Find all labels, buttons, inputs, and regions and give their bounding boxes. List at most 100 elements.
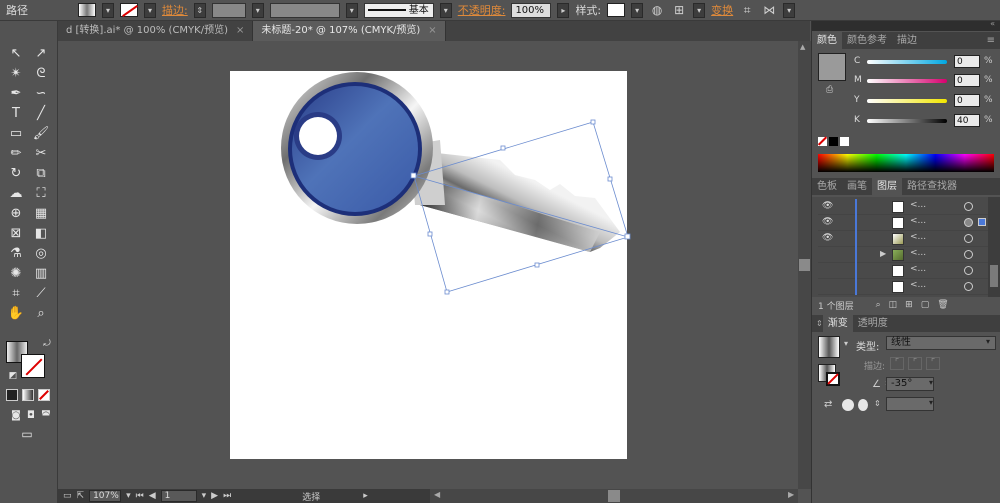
gradient-type-select[interactable]: 线性 <box>886 336 996 350</box>
gradient-preview-dropdown-icon[interactable]: ▾ <box>844 339 848 348</box>
panel-menu-icon[interactable]: ≡ <box>987 35 995 46</box>
aspect-ratio-field[interactable] <box>886 397 934 411</box>
angle-dropdown-icon[interactable]: ▾ <box>929 378 933 387</box>
target-icon[interactable] <box>964 202 973 211</box>
zoom-field[interactable]: 107% <box>89 490 122 502</box>
white-swatch[interactable] <box>840 137 849 146</box>
layer-thumbnail <box>892 201 904 213</box>
channel-m-slider[interactable] <box>867 79 947 83</box>
gradient-type-dropdown-icon[interactable]: ▾ <box>986 337 990 346</box>
channel-k-slider[interactable] <box>867 119 947 123</box>
selection-handle <box>624 233 631 240</box>
scroll-up-icon[interactable]: ▲ <box>800 43 809 52</box>
channel-y-value[interactable]: 0 <box>954 94 980 107</box>
gradient-stroke-swatch[interactable] <box>826 372 840 386</box>
layer-name[interactable]: <... <box>910 280 926 290</box>
artboard-dropdown-icon[interactable]: ▾ <box>202 491 207 501</box>
channel-c-value[interactable]: 0 <box>954 55 980 68</box>
zoom-dropdown-icon[interactable]: ▾ <box>126 491 131 501</box>
vertical-scrollbar[interactable]: ▲ <box>798 41 811 489</box>
tab-transparency[interactable]: 透明度 <box>853 315 893 332</box>
locate-object-icon[interactable]: ⌕ <box>876 300 881 310</box>
nav-icon[interactable]: ▭ <box>63 491 72 501</box>
layers-panel-tabs: 色板 画笔 图层 路径查找器 <box>812 178 1000 195</box>
layer-name[interactable]: <... <box>910 200 926 210</box>
reverse-gradient-icon[interactable]: ⇄ <box>824 399 832 410</box>
black-swatch[interactable] <box>829 137 838 146</box>
target-icon[interactable] <box>964 234 973 243</box>
visibility-eye-icon[interactable]: 👁 <box>822 201 833 211</box>
collapse-arrows-icon[interactable]: ⇕ <box>816 319 823 328</box>
layers-scroll-thumb[interactable] <box>990 265 998 287</box>
selection-indicator[interactable] <box>978 218 986 226</box>
expand-triangle-icon[interactable]: ▶ <box>880 249 886 258</box>
tab-pathfinder[interactable]: 路径查找器 <box>902 178 962 195</box>
channel-m-value[interactable]: 0 <box>954 74 980 87</box>
channel-c-label: C <box>854 56 861 66</box>
layer-name[interactable]: <... <box>910 232 926 242</box>
channel-k-value[interactable]: 40 <box>954 114 980 127</box>
layer-row[interactable]: 👁 <... <box>818 215 988 231</box>
layer-name[interactable]: <... <box>910 248 926 258</box>
none-swatch[interactable] <box>817 136 828 146</box>
delete-layer-icon[interactable]: 🗑 <box>937 300 948 310</box>
layer-row[interactable]: ▶ <... <box>818 247 988 263</box>
scroll-right-icon[interactable]: ▶ <box>788 490 794 499</box>
stroke-along-icon[interactable]: ⌜ <box>908 357 922 370</box>
first-artboard-icon[interactable]: ⏮ <box>136 491 144 501</box>
last-artboard-icon[interactable]: ⏭ <box>223 491 231 501</box>
current-color-swatch[interactable] <box>818 53 846 81</box>
gradient-preview-swatch[interactable] <box>818 336 840 358</box>
gradient-type-label: 类型: <box>856 342 880 353</box>
layer-name[interactable]: <... <box>910 264 926 274</box>
layer-row[interactable]: <... <box>818 279 988 295</box>
dock-header[interactable]: « <box>812 19 1000 31</box>
channel-c-slider[interactable] <box>867 60 947 64</box>
new-layer-icon[interactable]: ▢ <box>921 300 930 310</box>
color-spectrum[interactable] <box>818 154 994 172</box>
layer-name[interactable]: <... <box>910 216 926 226</box>
layer-row[interactable]: 👁 <... <box>818 199 988 215</box>
percent-label: % <box>984 115 993 125</box>
tab-brushes[interactable]: 画笔 <box>842 178 872 195</box>
tab-color[interactable]: 颜色 <box>812 32 842 49</box>
visibility-eye-icon[interactable]: 👁 <box>822 217 833 227</box>
tab-stroke[interactable]: 描边 <box>892 32 922 49</box>
target-icon[interactable] <box>964 250 973 259</box>
layer-row[interactable]: 👁 <... <box>818 231 988 247</box>
new-sublayer-icon[interactable]: ⊞ <box>905 300 913 310</box>
tab-swatches[interactable]: 色板 <box>812 178 842 195</box>
current-tool-label: 选择 <box>302 492 321 503</box>
clipping-mask-icon[interactable]: ◫ <box>889 300 898 310</box>
horizontal-scroll-thumb[interactable] <box>608 490 620 502</box>
out-of-gamut-icon: ⎙ <box>826 85 834 95</box>
tab-gradient[interactable]: 渐变 <box>822 315 853 332</box>
prev-artboard-icon[interactable]: ◀ <box>149 491 156 501</box>
target-icon[interactable] <box>964 218 973 227</box>
selection-handle <box>444 289 450 295</box>
artboard-number-field[interactable]: 1 <box>160 490 197 502</box>
selection-handle <box>427 231 433 237</box>
status-menu-icon[interactable]: ▸ <box>363 491 368 501</box>
vertical-scroll-thumb[interactable] <box>799 259 810 271</box>
aspect-stepper-icon[interactable]: ⇕ <box>874 399 881 408</box>
target-icon[interactable] <box>964 266 973 275</box>
gradient-stroke-label: 描边: <box>864 362 886 372</box>
collapse-icon[interactable]: « <box>990 19 995 28</box>
export-icon[interactable]: ⇱ <box>77 491 85 501</box>
scroll-left-icon[interactable]: ◀ <box>434 490 440 499</box>
channel-y-slider[interactable] <box>867 99 947 103</box>
stroke-within-icon[interactable]: ⌜ <box>890 357 904 370</box>
layers-scrollbar[interactable] <box>988 197 1000 297</box>
next-artboard-icon[interactable]: ▶ <box>211 491 218 501</box>
target-icon[interactable] <box>964 282 973 291</box>
right-panel-dock: « 颜色 颜色参考 描边 ≡ ⎙ C 0 % M 0 % Y 0 % K 40 … <box>811 19 1000 503</box>
visibility-eye-icon[interactable]: 👁 <box>822 233 833 243</box>
tab-layers[interactable]: 图层 <box>872 178 902 195</box>
tab-color-guide[interactable]: 颜色参考 <box>842 32 892 49</box>
stroke-across-icon[interactable]: ⌜ <box>926 357 940 370</box>
layer-row[interactable]: <... <box>818 263 988 279</box>
angle-field[interactable]: -35° <box>886 377 934 391</box>
aspect-dropdown-icon[interactable]: ▾ <box>929 398 933 407</box>
horizontal-scrollbar[interactable]: ◀ ▶ <box>430 489 798 503</box>
